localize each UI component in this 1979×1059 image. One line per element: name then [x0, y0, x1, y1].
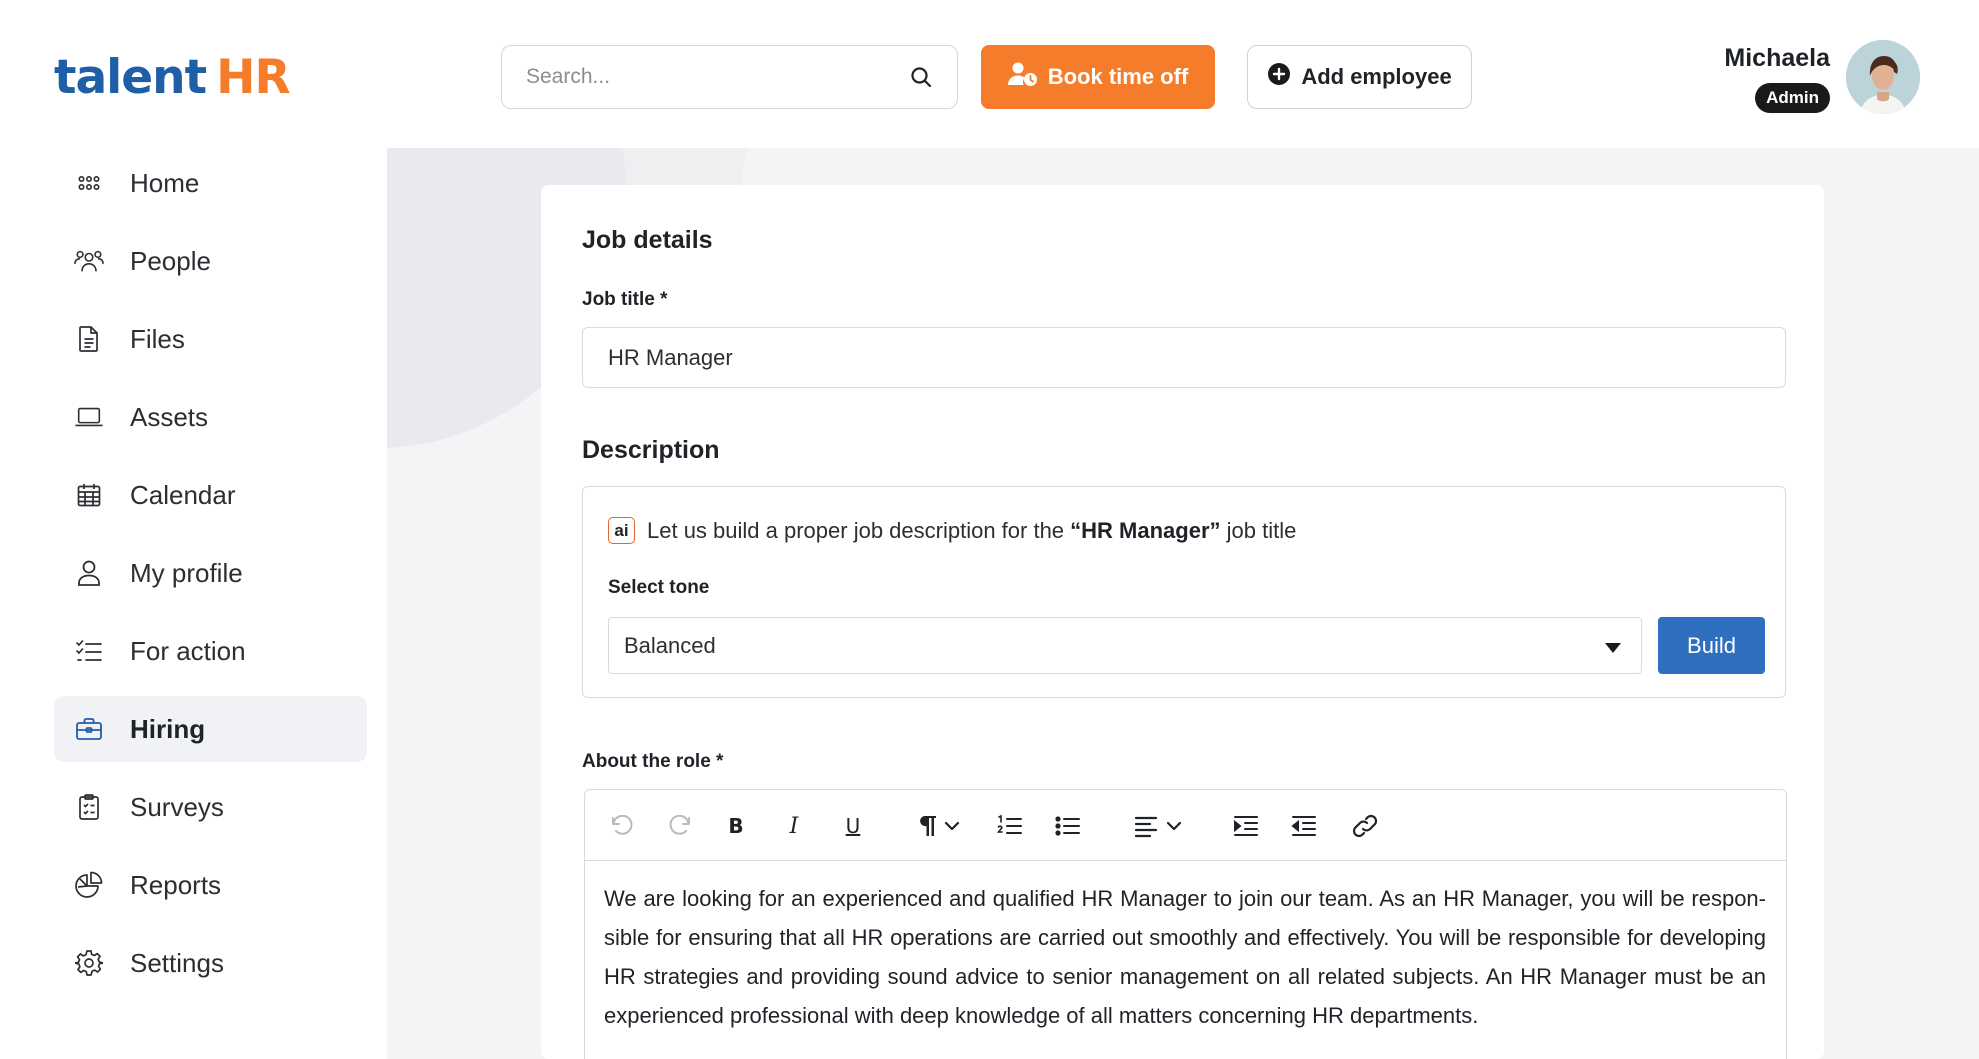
- grid-icon: [74, 168, 104, 198]
- bullet-list-icon[interactable]: [1053, 808, 1083, 844]
- job-title-input[interactable]: HR Manager: [582, 327, 1786, 388]
- align-icon[interactable]: [1133, 808, 1189, 844]
- plus-circle-icon: [1267, 62, 1291, 92]
- underline-icon[interactable]: U: [838, 808, 868, 844]
- logo-text-hr: HR: [216, 50, 291, 105]
- sidebar-item-people[interactable]: People: [54, 228, 367, 294]
- sidebar-item-hiring[interactable]: Hiring: [54, 696, 367, 762]
- ai-prompt-suffix: job title: [1220, 517, 1297, 543]
- italic-icon[interactable]: I: [779, 808, 809, 844]
- indent-icon[interactable]: [1231, 808, 1261, 844]
- sidebar-item-label: My profile: [130, 557, 243, 588]
- book-time-off-label: Book time off: [1047, 64, 1189, 89]
- clipboard-icon: [74, 792, 104, 822]
- sidebar-item-reports[interactable]: Reports: [54, 852, 367, 918]
- sidebar-nav: Home People Files Assets Calendar My pro…: [54, 150, 367, 1008]
- calendar-icon: [74, 480, 104, 510]
- bold-icon[interactable]: B: [721, 808, 751, 844]
- sidebar-item-label: Surveys: [130, 791, 224, 822]
- tone-select[interactable]: Balanced: [608, 617, 1642, 674]
- link-icon[interactable]: [1349, 808, 1381, 844]
- sidebar-item-home[interactable]: Home: [54, 150, 367, 216]
- sidebar-item-label: People: [130, 245, 211, 276]
- ai-prompt-prefix: Let us build a proper job description fo…: [647, 517, 1071, 543]
- sidebar-item-label: Settings: [130, 947, 224, 978]
- sidebar-item-files[interactable]: Files: [54, 306, 367, 372]
- editor-toolbar: B I U: [585, 790, 1786, 861]
- checklist-icon: [74, 636, 104, 666]
- ai-prompt-line: ai Let us build a proper job description…: [608, 517, 1296, 544]
- user-role-badge: Admin: [1755, 83, 1830, 113]
- user-name: Michaela: [1724, 44, 1830, 72]
- undo-icon[interactable]: [607, 808, 637, 844]
- tone-select-value: Balanced: [624, 632, 716, 658]
- logo-text-talent: talent: [54, 50, 207, 105]
- search-input[interactable]: [526, 65, 907, 89]
- caret-down-icon: [1605, 633, 1621, 659]
- select-tone-label: Select tone: [608, 577, 710, 598]
- section-title-description: Description: [582, 436, 720, 464]
- search-box[interactable]: [501, 45, 958, 109]
- paragraph-format-icon[interactable]: [913, 808, 965, 844]
- gear-icon: [74, 948, 104, 978]
- add-employee-label: Add employee: [1301, 64, 1452, 89]
- section-title-job-details: Job details: [582, 226, 713, 254]
- build-button[interactable]: Build: [1658, 617, 1765, 674]
- ai-builder-panel: ai Let us build a proper job description…: [582, 486, 1786, 698]
- briefcase-icon: [74, 714, 104, 744]
- ordered-list-icon[interactable]: [995, 808, 1025, 844]
- laptop-icon: [74, 402, 104, 432]
- sidebar-item-surveys[interactable]: Surveys: [54, 774, 367, 840]
- about-the-role-label: About the role *: [582, 751, 724, 772]
- sidebar-item-label: Calendar: [130, 479, 236, 510]
- sidebar-item-label: Assets: [130, 401, 209, 432]
- user-clock-icon: [1007, 61, 1038, 93]
- rich-text-editor: B I U We are looking for an experienced …: [584, 789, 1787, 1059]
- sidebar-item-label: For action: [130, 635, 246, 666]
- ai-icon: ai: [608, 517, 635, 544]
- ai-prompt-job-title: “HR Manager”: [1070, 517, 1221, 543]
- search-icon[interactable]: [907, 63, 935, 91]
- job-title-label: Job title *: [582, 289, 668, 310]
- people-icon: [74, 246, 104, 276]
- book-time-off-button[interactable]: Book time off: [981, 45, 1215, 109]
- sidebar-item-settings[interactable]: Settings: [54, 930, 367, 996]
- sidebar-item-label: Home: [130, 167, 200, 198]
- add-employee-button[interactable]: Add employee: [1247, 45, 1472, 109]
- avatar[interactable]: [1846, 40, 1920, 114]
- sidebar-item-for-action[interactable]: For action: [54, 618, 367, 684]
- about-the-role-text[interactable]: We are looking for an experienced and qu…: [585, 861, 1786, 1035]
- sidebar-item-my-profile[interactable]: My profile: [54, 540, 367, 606]
- sidebar-item-label: Files: [130, 323, 185, 354]
- file-icon: [74, 324, 104, 354]
- sidebar-item-label: Reports: [130, 869, 222, 900]
- app-logo[interactable]: talent HR: [54, 50, 291, 106]
- pie-chart-icon: [74, 870, 104, 900]
- sidebar-item-assets[interactable]: Assets: [54, 384, 367, 450]
- outdent-icon[interactable]: [1289, 808, 1319, 844]
- user-icon: [74, 558, 104, 588]
- sidebar-item-label: Hiring: [130, 713, 206, 744]
- redo-icon[interactable]: [665, 808, 695, 844]
- sidebar-item-calendar[interactable]: Calendar: [54, 462, 367, 528]
